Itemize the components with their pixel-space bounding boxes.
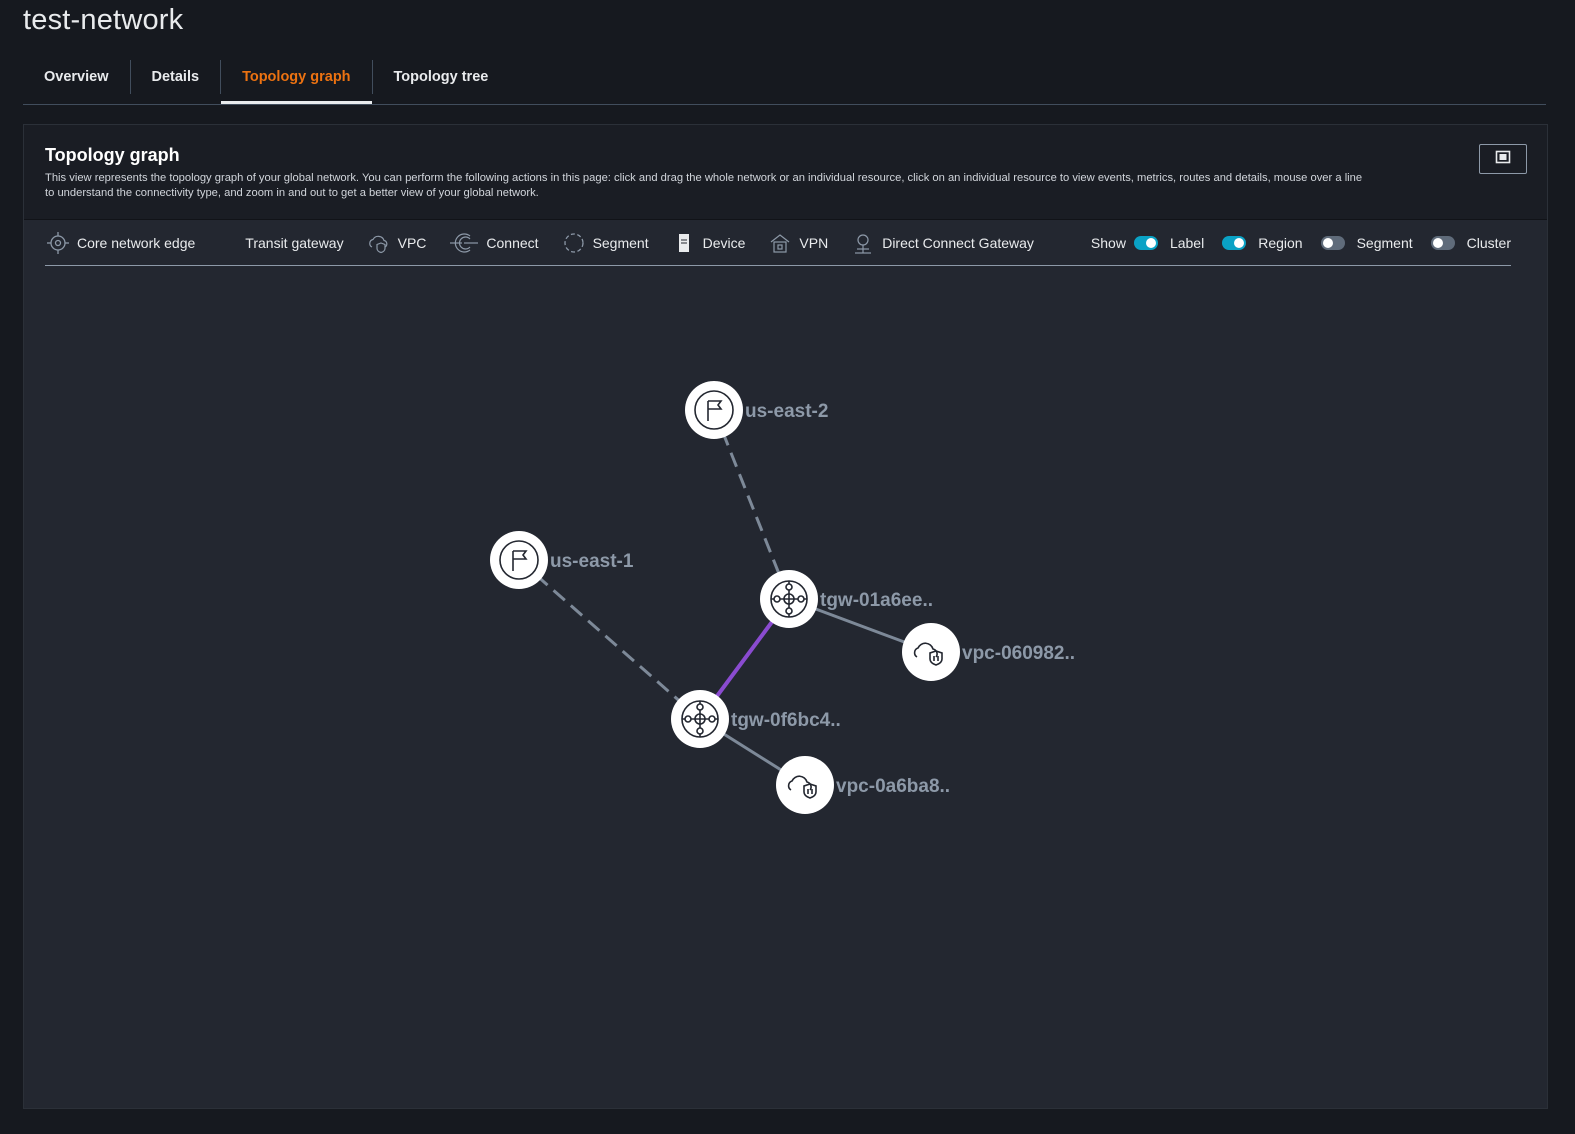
node-label: us-east-1 [550,551,634,572]
node-label: vpc-060982.. [962,643,1075,664]
tab-overview[interactable]: Overview [23,52,130,102]
topology-graph-panel: Topology graph This view represents the … [23,124,1548,1109]
graph-link-us-east-1-tgw-0f6bc4[interactable] [518,558,701,721]
tab-topology-graph[interactable]: Topology graph [221,52,373,104]
graph-node-tgw-0f6bc4[interactable]: tgw-0f6bc4.. [671,690,841,748]
graph-node-us-east-1[interactable]: us-east-1 [490,531,634,589]
tab-details[interactable]: Details [131,52,221,102]
transit-gateway-icon [681,700,719,738]
graph-node-vpc-060982[interactable]: vpc-060982.. [902,623,1075,681]
tab-topology-tree[interactable]: Topology tree [373,52,510,102]
graph-node-vpc-0a6ba8[interactable]: vpc-0a6ba8.. [776,756,950,814]
node-circle[interactable] [490,531,548,589]
graph-node-us-east-2[interactable]: us-east-2 [685,381,828,439]
node-circle[interactable] [685,381,743,439]
page-title: test-network [23,4,184,36]
node-label: tgw-01a6ee.. [820,590,933,611]
tab-bar: Overview Details Topology graph Topology… [23,52,1546,105]
node-label: tgw-0f6bc4.. [731,710,841,731]
transit-gateway-icon [770,580,808,618]
graph-link-us-east-2-tgw-01a6ee[interactable] [712,409,791,600]
topology-graph-canvas[interactable]: us-east-2 us-east-1 tgw-01a6ee.. tgw-0f6… [24,125,1545,1106]
node-label: us-east-2 [745,401,828,422]
node-label: vpc-0a6ba8.. [836,776,950,797]
